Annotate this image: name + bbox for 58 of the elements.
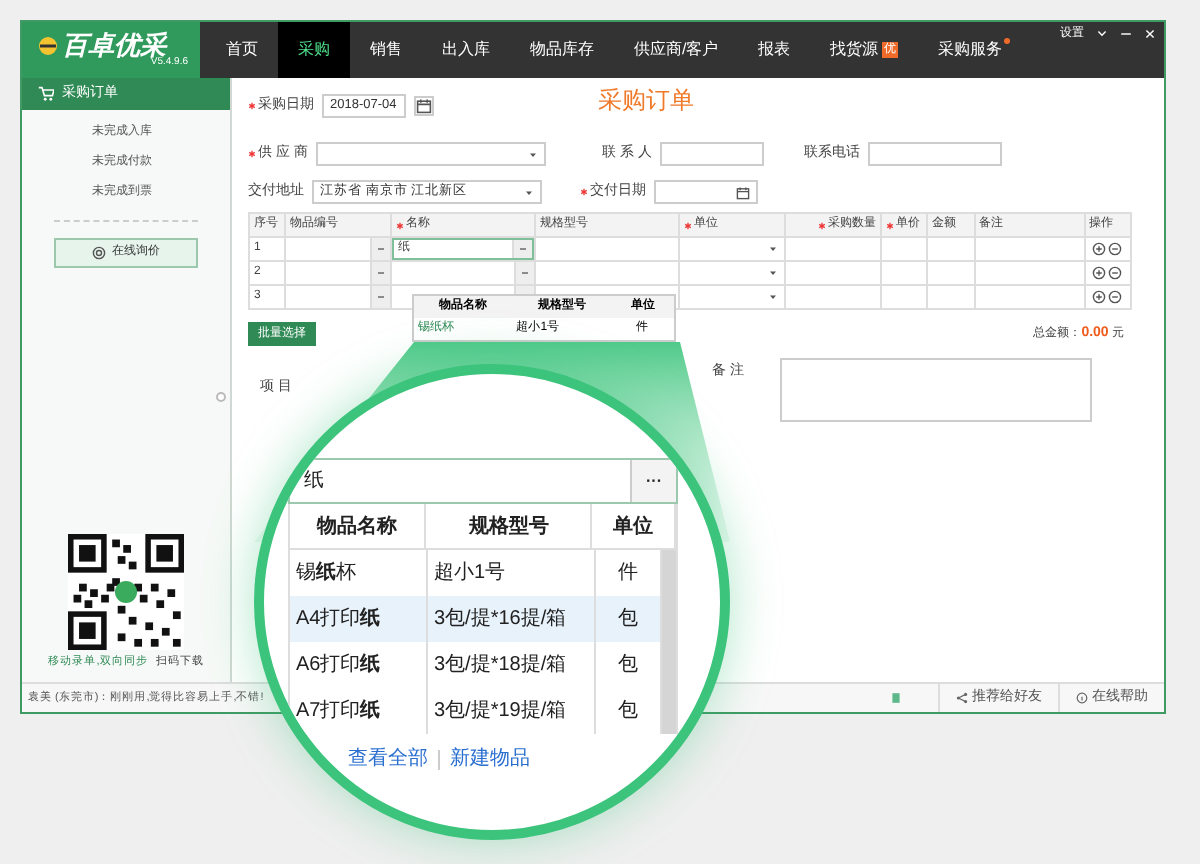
dropdown-arrow-icon [524,187,534,197]
table-cell: A7打印纸 [290,688,428,734]
remove-row-icon[interactable] [1108,290,1123,304]
nav-tab[interactable]: 采购服务 [918,22,1023,78]
scrollbar[interactable] [662,550,676,734]
remove-row-icon[interactable] [1108,242,1123,256]
nav-tab[interactable]: 采购 [278,22,350,78]
nav-tab[interactable]: 出入库 [422,22,510,78]
nav-tab[interactable]: 供应商/客户 [614,22,739,78]
calendar-icon[interactable] [736,185,750,199]
dropdown-row[interactable]: A4打印纸 3包/提*16提/箱 包 [290,596,662,642]
nav-tab[interactable]: 报表 [738,22,811,78]
dash-icon [520,268,531,278]
chevron-down-icon[interactable] [1096,28,1108,40]
dash-icon [376,268,387,278]
link[interactable]: 新建物品 [450,744,530,774]
form-title: 采购订单 [598,84,694,118]
contact-field[interactable] [659,142,764,166]
cart-icon [38,86,54,102]
dropdown-arrow-icon[interactable] [768,292,779,302]
nav-tab[interactable]: 销售 [350,22,422,78]
ellipsis-button[interactable] [514,262,535,284]
nav-tab[interactable]: 物品库存 [510,22,614,78]
close-icon[interactable] [1144,28,1156,40]
dropdown-arrow-icon[interactable] [768,268,779,278]
logo-text: 百卓优采 [62,32,166,58]
column-header: 物品名称 [290,504,427,548]
logo-icon [38,35,58,55]
dash-icon [376,244,387,254]
collapse-handle[interactable] [216,392,226,402]
add-row-icon[interactable] [1092,242,1107,256]
dropdown-arrow-icon[interactable] [768,244,779,254]
target-icon [92,246,106,260]
remove-row-icon[interactable] [1108,266,1123,280]
minimize-icon[interactable] [1120,28,1132,40]
column-header: 规格型号 [426,504,593,548]
ellipsis-button[interactable] [370,238,391,260]
ellipsis-button[interactable] [370,262,391,284]
more-button[interactable]: ··· [630,460,676,502]
ellipsis-button[interactable] [370,286,391,308]
table-cell: 3包/提*19提/箱 [428,688,596,734]
share-icon [956,692,968,704]
dash-icon [376,292,387,302]
qr-code-icon [68,533,184,650]
help-icon [1076,692,1088,704]
add-row-icon[interactable] [1092,290,1107,304]
link[interactable]: 查看全部 [348,744,428,774]
dropdown-row[interactable]: A7打印纸 3包/提*19提/箱 包 [290,688,662,734]
add-row-icon[interactable] [1092,266,1107,280]
nav-tab[interactable]: 首页 [206,22,278,78]
search-field[interactable]: 纸 ··· [288,458,678,504]
dropdown-arrow-icon [527,149,538,159]
dropdown-row[interactable]: A6打印纸 3包/提*18提/箱 包 [290,642,662,688]
dropdown-row[interactable]: 锡纸杯 超小1号 件 [290,550,662,596]
delivery-date-field[interactable] [654,180,758,204]
column-header: 单位 [592,504,677,548]
phone-field[interactable] [867,142,1002,166]
remark-field[interactable] [779,358,1092,422]
